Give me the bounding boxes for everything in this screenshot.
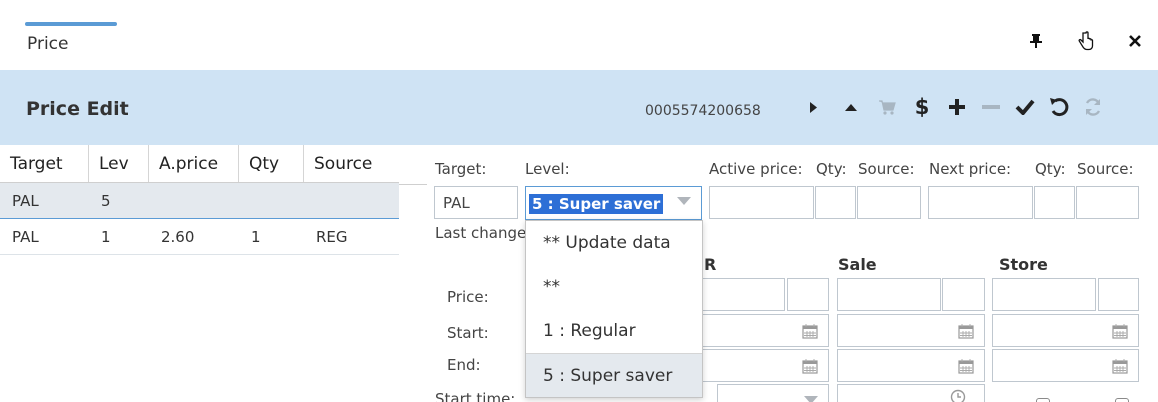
undo-icon[interactable] [1047, 94, 1071, 120]
active-price-label: Active price: [709, 160, 803, 178]
cell-target: PAL [12, 191, 39, 210]
pin-icon[interactable] [1025, 30, 1047, 52]
price-edit-header: Price Edit 0005574200658 $ [0, 70, 1158, 145]
active-tab-indicator [25, 22, 117, 26]
calendar-icon[interactable] [1112, 323, 1128, 339]
active-source-input[interactable] [857, 186, 921, 219]
plus-icon[interactable] [945, 94, 969, 120]
target-label: Target: [435, 160, 487, 178]
level-dropdown-menu: ** Update data ** 1 : Regular 5 : Super … [525, 220, 703, 398]
section-sale-header: Sale [838, 255, 877, 274]
calendar-icon[interactable] [802, 358, 818, 374]
chevron-down-icon [677, 197, 691, 205]
active-qty-input[interactable] [815, 186, 856, 219]
calendar-icon[interactable] [958, 323, 974, 339]
column-header-aprice[interactable]: A.price [149, 145, 239, 182]
column-header-qty[interactable]: Qty [239, 145, 304, 182]
calendar-icon[interactable] [802, 323, 818, 339]
clock-icon[interactable] [950, 389, 966, 402]
end-row-label: End: [447, 356, 481, 374]
cell-lev: 5 [101, 191, 111, 210]
section-reg-header: R [704, 255, 717, 274]
column-header-source[interactable]: Source [304, 145, 399, 182]
tab-price[interactable]: Price [27, 34, 68, 54]
table-row[interactable]: PAL 5 [0, 183, 399, 219]
next-price-input[interactable] [928, 186, 1033, 219]
level-label: Level: [525, 160, 570, 178]
qty-label: Qty: [816, 160, 847, 178]
next-source-label: Source: [1077, 160, 1134, 178]
active-price-input[interactable] [709, 186, 814, 219]
dropdown-item-update-data[interactable]: ** Update data [526, 221, 702, 265]
store-price-input[interactable] [992, 278, 1096, 311]
reg-qty-input[interactable] [787, 278, 829, 311]
check-icon[interactable] [1013, 94, 1037, 120]
table-row[interactable]: PAL 1 2.60 1 REG [0, 219, 399, 255]
refresh-icon[interactable] [1081, 94, 1105, 120]
dropdown-item-super-saver[interactable]: 5 : Super saver [526, 353, 702, 397]
sale-qty-input[interactable] [942, 278, 985, 311]
store-start-date-input[interactable] [992, 314, 1139, 347]
sale-start-time-input[interactable] [837, 384, 985, 402]
store-checkbox-2[interactable] [1115, 398, 1129, 402]
reg-price-input[interactable] [700, 278, 785, 311]
calendar-icon[interactable] [1112, 358, 1128, 374]
next-source-input[interactable] [1076, 186, 1139, 219]
target-input[interactable]: PAL [434, 186, 518, 219]
dropdown-item-blank[interactable]: ** [526, 265, 702, 309]
dollar-icon[interactable]: $ [910, 94, 934, 120]
cart-icon[interactable] [875, 94, 899, 120]
tab-bar: Price [0, 0, 1158, 70]
start-row-label: Start: [447, 324, 489, 342]
next-qty-label: Qty: [1035, 160, 1066, 178]
last-change-label: Last change [435, 224, 527, 242]
cell-qty: 1 [251, 227, 261, 246]
dropdown-item-regular[interactable]: 1 : Regular [526, 309, 702, 353]
section-store-header: Store [999, 255, 1048, 274]
sale-start-date-input[interactable] [837, 314, 985, 347]
cell-aprice: 2.60 [161, 227, 195, 246]
store-checkbox-1[interactable] [1036, 398, 1050, 402]
page-title: Price Edit [26, 98, 129, 120]
store-qty-input[interactable] [1098, 278, 1139, 311]
collapse-up-icon[interactable] [839, 94, 863, 120]
calendar-icon[interactable] [958, 358, 974, 374]
source-label: Source: [858, 160, 915, 178]
start-time-label: Start time: [435, 390, 516, 402]
sale-price-input[interactable] [837, 278, 941, 311]
column-header-lev[interactable]: Lev [89, 145, 149, 182]
reg-end-date-input[interactable] [700, 349, 829, 382]
price-levels-table: Target Lev A.price Qty Source PAL 5 PAL … [0, 145, 399, 255]
barcode-label: 0005574200658 [645, 103, 761, 119]
cell-source: REG [316, 227, 348, 246]
reg-start-date-input[interactable] [700, 314, 829, 347]
store-end-date-input[interactable] [992, 349, 1139, 382]
start-time-select[interactable] [717, 384, 829, 402]
chevron-down-icon [804, 396, 818, 402]
table-header: Target Lev A.price Qty Source [0, 145, 399, 183]
level-select-value: 5 : Super saver [529, 194, 664, 214]
minus-icon[interactable] [979, 94, 1003, 120]
divider [399, 145, 427, 185]
price-row-label: Price: [447, 288, 489, 306]
cell-target: PAL [12, 227, 39, 246]
next-qty-input[interactable] [1034, 186, 1075, 219]
play-next-icon[interactable] [801, 94, 825, 120]
sale-end-date-input[interactable] [837, 349, 985, 382]
cell-lev: 1 [101, 227, 111, 246]
level-select[interactable]: 5 : Super saver [525, 186, 702, 220]
pointer-hand-icon[interactable] [1075, 30, 1097, 52]
close-icon[interactable] [1124, 30, 1146, 52]
column-header-target[interactable]: Target [0, 145, 89, 182]
next-price-label: Next price: [929, 160, 1012, 178]
